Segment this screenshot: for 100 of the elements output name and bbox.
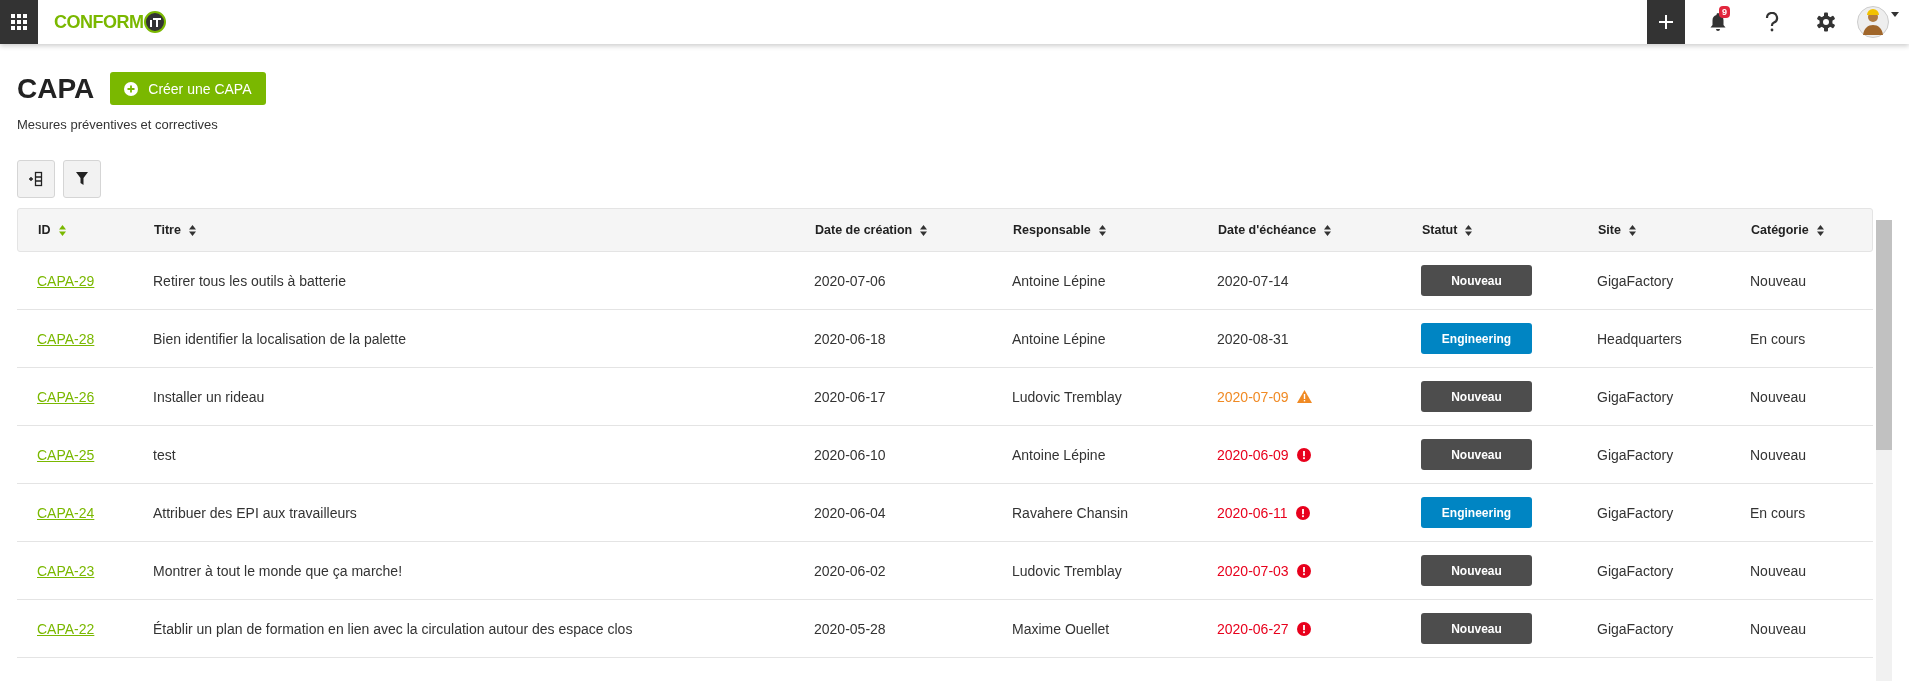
grid-icon — [11, 14, 27, 30]
table-cell: Montrer à tout le monde que ça marche! — [153, 562, 403, 579]
table-cell: Nouveau — [1750, 562, 1807, 579]
filter-button[interactable] — [63, 160, 101, 198]
status-badge: Engineering — [1421, 497, 1532, 528]
sort-icon — [1628, 224, 1636, 236]
table-cell: Ludovic Tremblay — [1012, 562, 1122, 579]
table-cell: Installer un rideau — [153, 388, 265, 405]
due-date: 2020-07-09 — [1217, 388, 1289, 405]
due-date: 2020-06-27 — [1217, 620, 1289, 637]
notification-count: 9 — [1719, 6, 1730, 18]
table-cell: GigaFactory — [1597, 620, 1674, 637]
column-header[interactable]: Date de création — [815, 223, 928, 237]
filter-icon — [76, 172, 88, 186]
table-cell: GigaFactory — [1597, 388, 1674, 405]
due-date: 2020-06-11 — [1217, 504, 1288, 521]
table-cell: En cours — [1750, 504, 1806, 521]
logo-icon — [143, 11, 166, 33]
caret-icon — [1891, 12, 1899, 17]
sort-icon — [1816, 224, 1824, 236]
column-chooser-button[interactable] — [17, 160, 55, 198]
capa-id-link[interactable]: CAPA-25 — [37, 446, 95, 463]
create-capa-button[interactable]: Créer une CAPA — [110, 72, 266, 105]
capa-id-link[interactable]: CAPA-28 — [37, 330, 95, 347]
status-badge: Nouveau — [1421, 381, 1532, 412]
scrollbar[interactable] — [1876, 220, 1892, 681]
status-badge: Nouveau — [1421, 265, 1532, 296]
add-button[interactable] — [1647, 0, 1685, 44]
alert-icon — [1295, 505, 1310, 520]
sort-icon — [188, 224, 196, 236]
status-badge: Nouveau — [1421, 439, 1532, 470]
avatar-icon — [1857, 6, 1889, 38]
table-cell: GigaFactory — [1597, 446, 1674, 463]
sort-icon — [920, 224, 928, 236]
status-badge: Nouveau — [1421, 555, 1532, 586]
column-header[interactable]: Responsable — [1013, 223, 1106, 237]
capa-id-link[interactable]: CAPA-29 — [37, 272, 95, 289]
page-title: CAPA — [17, 72, 95, 105]
alert-icon — [1296, 447, 1311, 462]
table-cell: Headquarters — [1597, 330, 1682, 347]
warning-icon — [1296, 390, 1312, 403]
notifications-button[interactable]: 9 — [1695, 0, 1741, 44]
table-cell: 2020-07-06 — [814, 272, 886, 289]
table-cell: Ludovic Tremblay — [1012, 388, 1122, 405]
capa-id-link[interactable]: CAPA-22 — [37, 620, 95, 637]
scrollbar-thumb[interactable] — [1876, 220, 1892, 450]
status-badge: Nouveau — [1421, 613, 1532, 644]
table-cell: 2020-06-02 — [814, 562, 886, 579]
table-cell: En cours — [1750, 330, 1806, 347]
table-cell: GigaFactory — [1597, 504, 1674, 521]
capa-id-link[interactable]: CAPA-26 — [37, 388, 95, 405]
help-icon — [1765, 12, 1779, 32]
table-cell: Retirer tous les outils à batterie — [153, 272, 346, 289]
plus-circle-icon — [124, 81, 139, 96]
table-cell: 2020-06-18 — [814, 330, 886, 347]
table-cell: GigaFactory — [1597, 272, 1674, 289]
table-cell: Maxime Ouellet — [1012, 620, 1110, 637]
column-header[interactable]: ID — [18, 223, 66, 237]
table-cell: Bien identifier la localisation de la palette — [153, 330, 406, 347]
plus-icon — [1658, 14, 1674, 30]
column-header[interactable]: Site — [1598, 223, 1636, 237]
sort-icon — [1098, 224, 1106, 236]
table-cell: test — [153, 446, 176, 463]
sort-icon — [1465, 224, 1473, 236]
table-cell: Établir un plan de formation en lien avec la circulation autour des espace clos — [153, 620, 633, 637]
capa-id-link[interactable]: CAPA-24 — [37, 504, 95, 521]
table-cell: 2020-05-28 — [814, 620, 886, 637]
table-cell: GigaFactory — [1597, 562, 1674, 579]
table-cell: Antoine Lépine — [1012, 446, 1106, 463]
column-header[interactable]: Titre — [154, 223, 196, 237]
table-cell: 2020-06-04 — [814, 504, 886, 521]
page-subtitle: Mesures préventives et correctives — [17, 117, 219, 132]
sort-icon — [58, 224, 66, 236]
table-cell: Nouveau — [1750, 620, 1807, 637]
app-grid-button[interactable] — [0, 0, 38, 44]
table-cell: Antoine Lépine — [1012, 272, 1106, 289]
status-badge: Engineering — [1421, 323, 1532, 354]
due-date: 2020-08-31 — [1217, 330, 1289, 347]
table-cell: Antoine Lépine — [1012, 330, 1106, 347]
table-cell: Attribuer des EPI aux travailleurs — [153, 504, 357, 521]
settings-icon — [1816, 12, 1836, 32]
alert-icon — [1296, 621, 1311, 636]
capa-id-link[interactable]: CAPA-23 — [37, 562, 95, 579]
due-date: 2020-07-14 — [1217, 272, 1289, 289]
column-header[interactable]: Date d'échéance — [1218, 223, 1332, 237]
table-cell: Nouveau — [1750, 446, 1807, 463]
column-header[interactable]: Statut — [1422, 223, 1473, 237]
sort-icon — [1324, 224, 1332, 236]
alert-icon — [1296, 563, 1311, 578]
user-menu-button[interactable] — [1857, 6, 1899, 38]
logo-text: CONFORM — [54, 11, 144, 33]
add-column-icon — [28, 171, 44, 187]
table-cell: 2020-06-17 — [814, 388, 886, 405]
due-date: 2020-07-03 — [1217, 562, 1289, 579]
column-header[interactable]: Catégorie — [1751, 223, 1824, 237]
table-cell: Nouveau — [1750, 388, 1807, 405]
table-cell: Ravahere Chansin — [1012, 504, 1128, 521]
table-cell: Nouveau — [1750, 272, 1807, 289]
due-date: 2020-06-09 — [1217, 446, 1289, 463]
table-cell: 2020-06-10 — [814, 446, 886, 463]
